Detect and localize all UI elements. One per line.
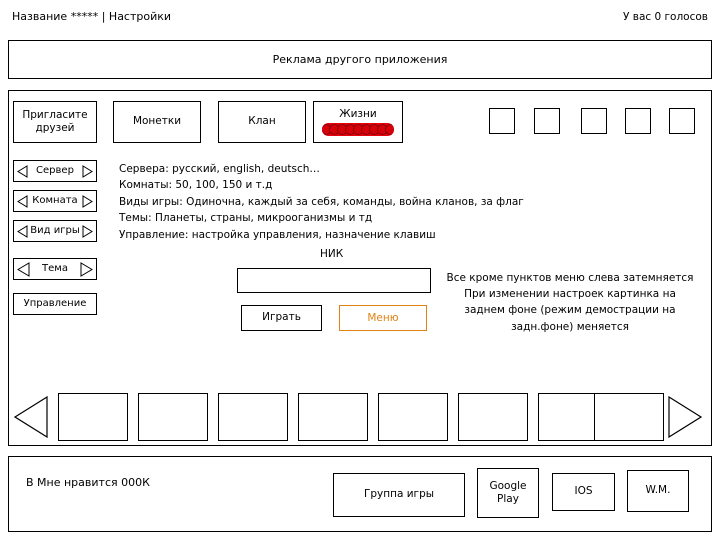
invite-label-line: Пригласите	[22, 108, 88, 121]
server-stepper-label: Сервер	[36, 164, 74, 176]
carousel-item[interactable]	[138, 393, 208, 441]
ios-button[interactable]: IOS	[552, 473, 615, 511]
server-stepper[interactable]: Сервер	[13, 160, 97, 182]
carousel-item[interactable]	[594, 393, 664, 441]
carousel-item[interactable]	[458, 393, 528, 441]
placeholder-square[interactable]	[534, 108, 560, 134]
placeholder-square[interactable]	[669, 108, 695, 134]
description-line: Виды игры: Одиночна, каждый за себя, ком…	[119, 195, 524, 208]
controls-button[interactable]: Управление	[13, 293, 97, 315]
clan-button[interactable]: Клан	[218, 101, 306, 143]
annotation-note: Все кроме пунктов меню слева затемняется…	[428, 270, 712, 335]
life-pip	[384, 124, 394, 136]
page-title: Название ***** | Настройки	[12, 10, 171, 23]
lives-label: Жизни	[339, 107, 377, 120]
coins-button[interactable]: Монетки	[113, 101, 201, 143]
chevron-right-icon[interactable]	[80, 261, 93, 277]
title-separator: |	[101, 10, 106, 23]
nick-input[interactable]	[237, 268, 431, 293]
game-group-button[interactable]: Группа игры	[333, 473, 465, 517]
carousel-item[interactable]	[58, 393, 128, 441]
room-stepper-label: Комната	[32, 194, 78, 206]
wm-button[interactable]: W.M.	[627, 470, 689, 512]
placeholder-square[interactable]	[489, 108, 515, 134]
description-line: Сервера: русский, english, deutsch…	[119, 163, 320, 175]
carousel-item[interactable]	[218, 393, 288, 441]
chevron-right-icon[interactable]	[82, 164, 93, 178]
annotation-line: задн.фоне) меняется	[511, 320, 629, 333]
description-line: Управление: настройка управления, назнач…	[119, 228, 436, 241]
play-button[interactable]: Играть	[241, 305, 322, 331]
chevron-right-icon[interactable]	[82, 224, 93, 238]
chevron-left-icon[interactable]	[17, 224, 28, 238]
description-block: Сервера: русский, english, deutsch… Комн…	[119, 161, 559, 243]
room-stepper[interactable]: Комната	[13, 190, 97, 212]
nick-label: НИК	[320, 248, 344, 260]
invite-label-line: друзей	[35, 122, 75, 134]
carousel-next-button[interactable]	[668, 395, 703, 439]
chevron-left-icon[interactable]	[17, 164, 28, 178]
chevron-right-icon[interactable]	[82, 194, 93, 208]
votes-counter: У вас 0 голосов	[623, 11, 708, 23]
ad-banner-label: Реклама другого приложения	[272, 53, 448, 66]
title-stars: *****	[70, 10, 99, 23]
placeholder-square[interactable]	[625, 108, 651, 134]
google-play-label-line: Google	[489, 479, 527, 492]
game-mode-stepper-label: Вид игры	[30, 224, 80, 236]
theme-stepper-label: Тема	[42, 262, 68, 274]
google-play-button[interactable]: Google Play	[477, 468, 539, 518]
lives-bar	[322, 123, 394, 137]
carousel-prev-button[interactable]	[13, 395, 48, 439]
annotation-line: Все кроме пунктов меню слева затемняется	[446, 272, 694, 284]
annotation-line: заднем фоне (режим демострации на	[464, 304, 676, 317]
title-settings-link[interactable]: Настройки	[109, 10, 171, 23]
chevron-left-icon[interactable]	[17, 261, 30, 277]
carousel-item[interactable]	[298, 393, 368, 441]
carousel-item[interactable]	[378, 393, 448, 441]
ad-banner[interactable]: Реклама другого приложения	[8, 40, 712, 79]
theme-stepper[interactable]: Тема	[13, 258, 97, 280]
like-counter[interactable]: В Мне нравится 000К	[26, 476, 150, 489]
description-line: Темы: Планеты, страны, микрооганизмы и т…	[119, 212, 373, 225]
menu-button[interactable]: Меню	[339, 305, 427, 331]
invite-friends-button[interactable]: Пригласите друзей	[13, 101, 97, 143]
lives-button[interactable]: Жизни	[313, 101, 403, 143]
annotation-line: При изменении настроек картинка на	[464, 288, 676, 301]
description-line: Комнаты: 50, 100, 150 и т.д	[119, 179, 273, 192]
game-mode-stepper[interactable]: Вид игры	[13, 220, 97, 242]
placeholder-square[interactable]	[581, 108, 607, 134]
chevron-left-icon[interactable]	[17, 194, 28, 208]
google-play-label-line: Play	[497, 493, 519, 505]
title-prefix: Название	[12, 10, 68, 23]
